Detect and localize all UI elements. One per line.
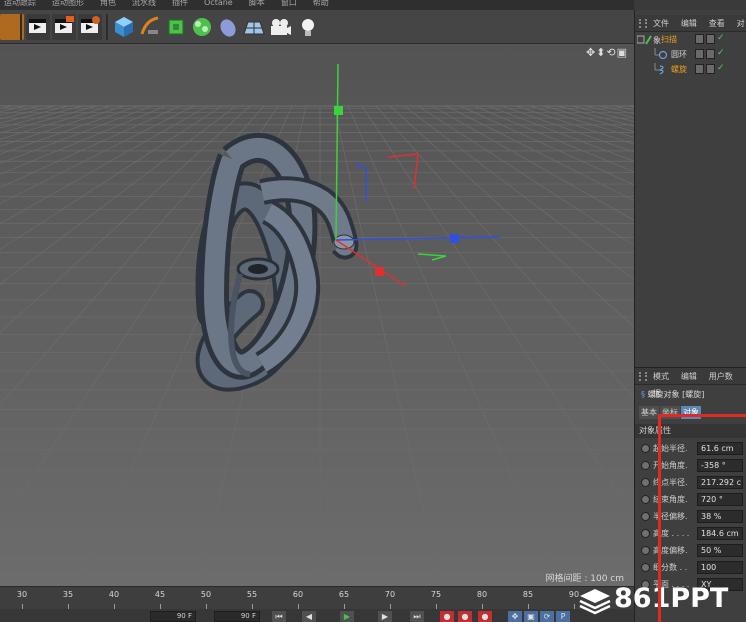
object-flags[interactable]: ✓ [695,63,745,75]
menu-edit[interactable]: 编辑 [681,372,697,381]
timeline-tick-label: 55 [246,590,258,599]
pen-spline-icon[interactable] [138,14,162,40]
animate-radio-icon[interactable] [641,444,650,453]
object-name: 圆环 [671,50,687,59]
x-axis-handle [375,267,384,276]
render-settings-icon[interactable] [78,14,102,40]
main-toolbar [0,10,634,44]
timeline-tick-label: 45 [154,590,166,599]
object-row-circle[interactable]: 圆环 ✓ [635,47,746,62]
rotate-key-icon[interactable]: ⟳ [540,611,554,622]
deformer-icon[interactable] [216,14,240,40]
animate-radio-icon[interactable] [641,546,650,555]
menu-item[interactable]: 运动图形 [52,0,84,7]
grip-icon[interactable] [639,19,647,28]
subdivision-icon[interactable] [164,14,188,40]
timeline-tick-label: 30 [16,590,28,599]
viewport-scene [0,44,634,586]
timeline-tick-label: 75 [430,590,442,599]
move-key-icon[interactable]: ✥ [508,611,522,622]
highlight-annotation-box [658,414,746,622]
render-view-icon[interactable] [52,14,76,40]
cube-primitive-icon[interactable] [112,14,136,40]
toolbar-separator [106,14,108,40]
tab-basic[interactable]: 基本 [639,406,659,419]
z-axis-handle [450,234,459,243]
menu-bar: 运动跟踪 运动图形 角色 流水线 插件 Octane 脚本 窗口 帮助 [0,0,634,10]
helix-spline-icon: § [641,390,645,399]
menu-item[interactable]: 角色 [100,0,116,7]
object-name: 扫描 [661,35,677,44]
animate-radio-icon[interactable] [641,461,650,470]
light-icon[interactable] [296,14,320,40]
end-frame-field[interactable]: 90 F [214,611,260,622]
timeline-tick-label: 70 [384,590,396,599]
timeline-tick-label: 40 [108,590,120,599]
object-name: 螺旋 [671,65,687,74]
timeline-tick-label: 35 [62,590,74,599]
animate-radio-icon[interactable] [641,529,650,538]
prev-key-icon[interactable]: ◀ [302,611,316,622]
animate-radio-icon[interactable] [641,495,650,504]
menu-item[interactable]: 窗口 [281,0,297,7]
timeline-tick-label: 80 [476,590,488,599]
object-list: 扫描 ✓ 圆环 ✓ 螺旋 ✓ [635,32,746,367]
circle-spline-icon [654,48,668,60]
object-row-sweep[interactable]: 扫描 ✓ [635,32,746,47]
menu-item[interactable]: Octane [204,0,233,7]
menu-mode[interactable]: 模式 [653,372,669,381]
goto-end-icon[interactable]: ⏭ [410,611,424,622]
menu-item[interactable]: 运动跟踪 [4,0,36,7]
scale-key-icon[interactable]: ▣ [524,611,538,622]
y-axis-handle [334,106,343,115]
transport-bar: 90 F 90 F ⏮ ◀ ▶ ▶ ⏭ ● ● ● ✥ ▣ ⟳ P [0,609,634,622]
timeline-ruler[interactable]: 30 35 40 45 50 55 60 65 70 75 80 85 90 [0,586,634,609]
object-flags[interactable]: ✓ [695,33,745,45]
objects-menu: 文件 编辑 查看 对象 [635,15,746,45]
render-region-icon[interactable] [26,14,50,40]
attributes-menu: 模式 编辑 用户数据 [635,368,746,398]
autokey-icon[interactable]: ● [458,611,472,622]
3d-viewport[interactable]: ✥⬍⟲▣ 网格间距 : 100 cm [0,44,634,586]
animate-radio-icon[interactable] [641,478,650,487]
keyframe-icon[interactable]: ● [478,611,492,622]
goto-start-icon[interactable]: ⏮ [272,611,286,622]
animate-radio-icon[interactable] [641,563,650,572]
timeline-tick-label: 85 [522,590,534,599]
menu-edit[interactable]: 编辑 [681,19,697,28]
next-key-icon[interactable]: ▶ [378,611,392,622]
camera-icon[interactable] [268,14,292,40]
timeline-tick-label: 50 [200,590,212,599]
layers-icon [579,589,611,615]
param-key-icon[interactable]: P [556,611,570,622]
play-icon[interactable]: ▶ [340,611,354,622]
cloner-icon[interactable] [190,14,214,40]
menu-item[interactable]: 插件 [172,0,188,7]
menu-file[interactable]: 文件 [653,19,669,28]
record-icon[interactable]: ● [440,611,454,622]
toolbar-separator [20,14,22,40]
floor-icon[interactable] [242,14,266,40]
menu-item[interactable]: 帮助 [313,0,329,7]
helix-spline-icon [654,63,664,75]
grip-icon[interactable] [639,372,647,381]
object-row-helix[interactable]: 螺旋 ✓ [635,62,746,77]
object-flags[interactable]: ✓ [695,48,745,60]
sweep-icon [637,35,652,45]
timeline-tick-label: 60 [292,590,304,599]
animate-radio-icon[interactable] [641,512,650,521]
viewport-nav-icons[interactable]: ✥⬍⟲▣ [586,46,628,59]
menu-item[interactable]: 流水线 [132,0,156,7]
menu-item[interactable]: 脚本 [249,0,265,7]
timeline-tick-label: 65 [338,590,350,599]
object-title: § 螺旋对象 [螺旋] [641,390,705,399]
start-frame-field[interactable]: 90 F [150,611,196,622]
menu-view[interactable]: 查看 [709,19,725,28]
